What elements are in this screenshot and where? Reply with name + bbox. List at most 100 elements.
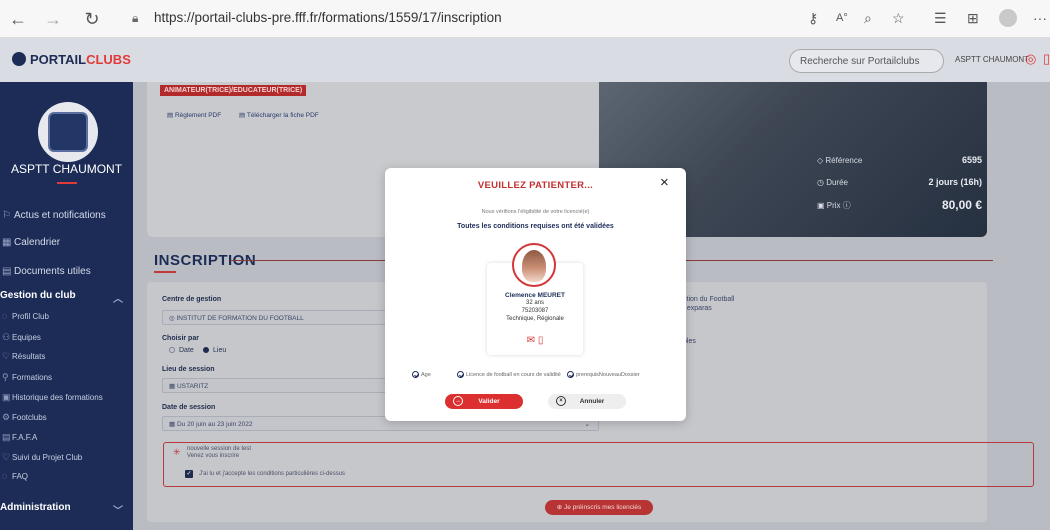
project-icon: ♡ <box>2 452 11 462</box>
prix-label-text: Prix ⓘ <box>826 201 851 210</box>
condition-prerequis: prerequisNouveauDossier <box>567 371 640 378</box>
fafa-icon: ▤ <box>2 432 11 442</box>
sidebar-item-projet-club[interactable]: ♡ Suivi du Projet Club <box>0 452 133 462</box>
logo-text-portail: PORTAIL <box>30 52 87 67</box>
forward-icon[interactable]: → <box>43 9 63 29</box>
prix-label: ▣ Prix ⓘ <box>817 200 851 211</box>
sidebar-item-label: Actus et notifications <box>14 210 106 221</box>
more-icon[interactable]: ··· <box>1033 10 1047 26</box>
sidebar-item-actus[interactable]: ⚐ Actus et notifications <box>0 210 133 221</box>
modal-subtitle: Nous vérifions l'éligibilité de votre li… <box>481 209 590 215</box>
phone-icon[interactable]: ▯ <box>538 335 544 346</box>
radio-date-dot <box>169 347 175 353</box>
centre-select[interactable]: ◎ INSTITUT DE FORMATION DU FOOTBALL <box>162 310 392 325</box>
modal-title: VEUILLEZ PATIENTER... <box>477 180 594 191</box>
user-icon[interactable]: ◎ <box>1025 51 1036 67</box>
lieu-select[interactable]: ▦ USTARITZ <box>162 378 392 393</box>
bell-icon: ⚐ <box>2 210 11 221</box>
sidebar-section-gestion[interactable]: Gestion du club ︿ <box>0 290 133 305</box>
sidebar-item-label: Formations <box>12 373 53 382</box>
radio-lieu-dot <box>203 347 209 353</box>
notice-text-1: nouvelle session de test <box>187 446 252 452</box>
sidebar-item-profil-club[interactable]: ◌ Profil Club <box>0 311 133 321</box>
sidebar-item-fafa[interactable]: ▤ F.A.F.A <box>0 432 133 442</box>
mail-icon[interactable]: ✉ <box>527 335 535 346</box>
reference-label-text: Référence <box>825 156 863 165</box>
read-aloud-icon[interactable]: A° <box>836 12 848 24</box>
title-underline <box>154 271 176 273</box>
document-icon: ▤ <box>2 266 12 277</box>
sidebar-item-label: Documents utiles <box>14 266 91 277</box>
shield-icon: ◌ <box>2 311 8 321</box>
right-text-2: t exparas <box>683 305 712 312</box>
section-label: Administration <box>0 502 71 513</box>
favorite-icon[interactable]: ☆ <box>892 10 905 27</box>
radio-date-label: Date <box>179 347 194 354</box>
sidebar-item-footclubs[interactable]: ⚙ Footclubs <box>0 412 133 422</box>
valider-button[interactable]: → Valider <box>445 394 523 409</box>
trophy-icon: ♡ <box>2 351 11 361</box>
annuler-button[interactable]: × Annuler <box>548 394 626 409</box>
key-icon[interactable]: ⚷ <box>808 10 818 27</box>
profile-icon[interactable] <box>999 9 1017 27</box>
sidebar-item-label: Historique des formations <box>12 393 103 402</box>
price-icon: ▣ <box>817 201 827 210</box>
date-label: Date de session <box>162 404 216 411</box>
eligibility-modal: VEUILLEZ PATIENTER... × Nous vérifions l… <box>385 168 686 421</box>
sidebar-section-administration[interactable]: Administration ﹀ <box>0 502 133 517</box>
radio-lieu[interactable]: Lieu <box>203 347 226 354</box>
zoom-icon[interactable]: ⌕ <box>864 10 872 27</box>
duree-value: 2 jours (16h) <box>928 177 982 187</box>
lock-icon[interactable]: 🔒︎ <box>132 11 138 26</box>
chevron-up-icon: ︿ <box>113 294 123 305</box>
choisir-label: Choisir par <box>162 335 199 342</box>
radio-date[interactable]: Date <box>169 347 194 354</box>
accept-checkbox[interactable]: ✓ <box>185 470 193 478</box>
portail-clubs-logo[interactable]: PORTAILCLUBS <box>12 52 131 67</box>
club-name-underline <box>57 182 77 184</box>
clock-icon: ◷ <box>817 178 827 187</box>
favorites-list-icon[interactable]: ☰ <box>934 10 947 27</box>
centre-value: INSTITUT DE FORMATION DU FOOTBALL <box>176 315 304 322</box>
sidebar-item-calendrier[interactable]: ▦ Calendrier <box>0 237 133 248</box>
duree-label-text: Durée <box>826 178 848 187</box>
collections-icon[interactable]: ⊞ <box>967 10 979 27</box>
header-club-name[interactable]: ASPTT CHAUMONT <box>955 55 1029 64</box>
sidebar-item-label: Equipes <box>12 333 41 342</box>
licensee-role: Technique, Régionale <box>506 316 564 322</box>
sidebar-item-label: FAQ <box>12 472 29 481</box>
back-icon[interactable]: ← <box>8 9 28 29</box>
condition-licence: Licence de football en cours de validité <box>457 371 561 378</box>
reglement-link[interactable]: ▤ Règlement PDF <box>167 111 221 119</box>
licensee-id: 75203087 <box>521 308 549 314</box>
sidebar-item-resultats[interactable]: ♡ Résultats <box>0 351 133 361</box>
formation-tag: ANIMATEUR(TRICE)/EDUCATEUR(TRICE) <box>160 85 307 96</box>
condition-label: Age <box>421 372 431 378</box>
url-text[interactable]: https://portail-clubs-pre.fff.fr/formati… <box>154 10 502 25</box>
reglement-label: Règlement PDF <box>174 112 222 119</box>
plus-icon: ⊕ <box>556 504 564 511</box>
sidebar-item-faq[interactable]: ◌ FAQ <box>0 471 133 481</box>
search-input[interactable]: Recherche sur Portailclubs <box>789 49 944 73</box>
fiche-pdf-link[interactable]: ▤ Télécharger la fiche PDF <box>239 111 319 119</box>
history-icon: ▣ <box>2 392 11 402</box>
sidebar-item-label: Résultats <box>12 352 46 361</box>
sidebar-club-name: ASPTT CHAUMONT <box>10 162 123 176</box>
calendar-icon: ▦ <box>169 421 177 428</box>
sidebar-item-formations[interactable]: ⚲ Formations <box>0 372 133 382</box>
lieu-value: USTARITZ <box>176 383 209 390</box>
sidebar-item-historique[interactable]: ▣ Historique des formations <box>0 392 133 402</box>
logout-icon[interactable]: ▯ <box>1043 51 1050 67</box>
team-icon: ⚇ <box>2 332 11 342</box>
preinscrire-button[interactable]: ⊕ Je préinscris mes licenciés <box>545 500 653 515</box>
contact-icons: ✉ ▯ <box>487 335 583 346</box>
sidebar-item-documents[interactable]: ▤ Documents utiles <box>0 266 133 277</box>
close-icon[interactable]: × <box>660 174 669 191</box>
sidebar-item-label: Profil Club <box>12 312 49 321</box>
lieu-label: Lieu de session <box>162 366 215 373</box>
refresh-icon[interactable]: ↻ <box>82 9 102 29</box>
sidebar-item-equipes[interactable]: ⚇ Equipes <box>0 332 133 342</box>
section-label: Gestion du club <box>0 290 76 301</box>
condition-label: prerequisNouveauDossier <box>576 372 640 378</box>
footclubs-icon: ⚙ <box>2 412 11 422</box>
